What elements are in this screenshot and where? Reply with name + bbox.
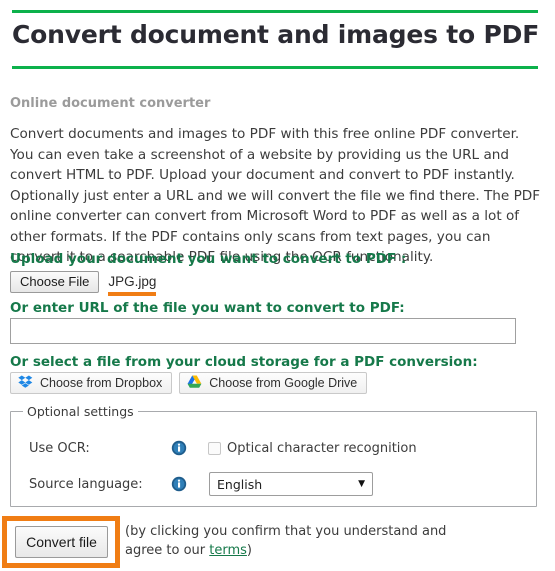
info-icon[interactable]: [171, 476, 187, 492]
bottom-divider-rule: [12, 66, 538, 69]
google-drive-icon: [187, 375, 202, 392]
file-upload-row: Choose File JPG.jpg: [10, 270, 157, 296]
source-language-select[interactable]: English ▼: [209, 472, 373, 496]
ocr-checkbox-label[interactable]: Optical character recognition: [227, 441, 417, 456]
consent-text: (by clicking you confirm that you unders…: [125, 522, 465, 560]
cloud-section-heading: Or select a file from your cloud storage…: [10, 354, 478, 370]
ocr-checkbox[interactable]: [208, 441, 221, 455]
selected-file-name-wrapper: JPG.jpg: [108, 271, 157, 296]
optional-settings-fieldset: Optional settings Use OCR: Optical chara…: [10, 404, 537, 507]
page-title: Convert document and images to PDF: [12, 20, 540, 49]
optional-settings-legend: Optional settings: [23, 404, 138, 419]
info-icon[interactable]: [171, 440, 187, 456]
top-divider-rule: [12, 10, 538, 13]
choose-from-google-drive-button[interactable]: Choose from Google Drive: [179, 372, 368, 394]
choose-from-dropbox-button[interactable]: Choose from Dropbox: [10, 372, 173, 394]
source-language-label: Source language:: [29, 476, 143, 492]
file-name-highlight-annotation: [108, 292, 157, 296]
pdf-converter-page: Convert document and images to PDF Onlin…: [0, 0, 555, 571]
consent-suffix: ): [246, 543, 252, 558]
google-drive-button-label: Choose from Google Drive: [209, 376, 358, 390]
intro-paragraph: Convert documents and images to PDF with…: [10, 126, 541, 265]
page-subtitle: Online document converter: [10, 96, 211, 111]
cloud-storage-buttons: Choose from Dropbox Choose from Google D…: [10, 372, 368, 394]
chevron-down-icon: ▼: [358, 478, 365, 489]
url-section-heading: Or enter URL of the file you want to con…: [10, 300, 405, 316]
upload-section-heading: Upload your document you want to convert…: [10, 251, 407, 267]
use-ocr-label: Use OCR:: [29, 440, 90, 456]
source-language-row: Source language: English ▼: [11, 470, 536, 498]
selected-file-name: JPG.jpg: [108, 274, 157, 289]
choose-file-button[interactable]: Choose File: [10, 271, 100, 293]
source-language-selected-value: English: [217, 476, 263, 492]
consent-prefix: (by clicking you confirm that you unders…: [125, 524, 447, 558]
url-input[interactable]: [10, 318, 516, 344]
dropbox-button-label: Choose from Dropbox: [40, 376, 163, 390]
convert-file-button[interactable]: Convert file: [15, 526, 108, 558]
terms-link[interactable]: terms: [209, 543, 247, 558]
dropbox-icon: [18, 374, 33, 392]
use-ocr-row: Use OCR: Optical character recognition: [11, 434, 536, 462]
